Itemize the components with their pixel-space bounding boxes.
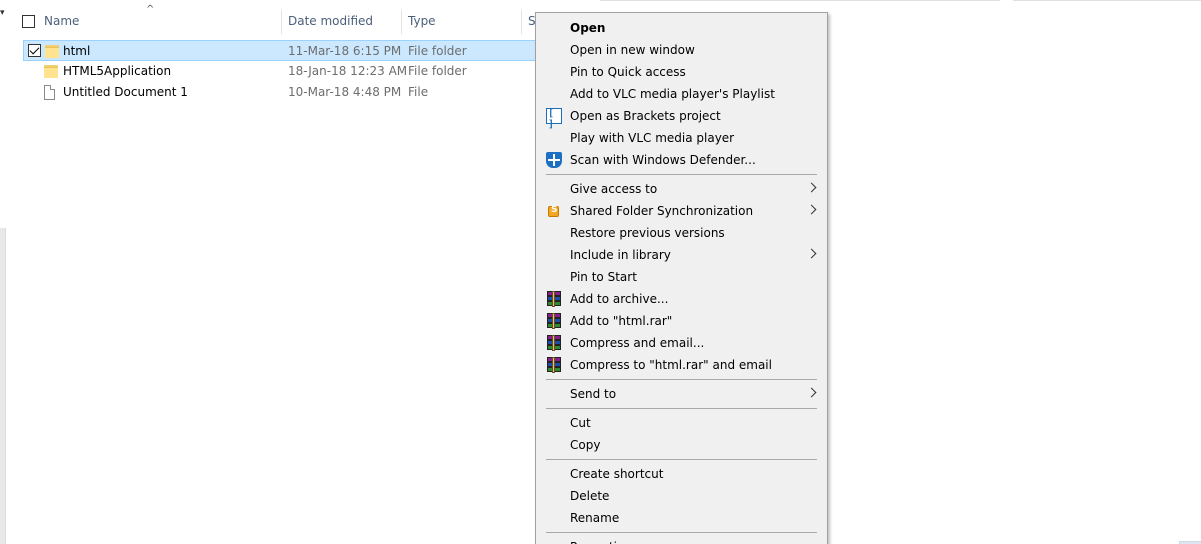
left-pane-scrollbar[interactable] bbox=[0, 228, 6, 544]
divider bbox=[600, 0, 1000, 1]
menu-item-label: Play with VLC media player bbox=[570, 131, 735, 145]
menu-item-compress-to-html-rar-and-email[interactable]: Compress to "html.rar" and email bbox=[536, 354, 827, 376]
shared-folder-sync-icon bbox=[548, 205, 559, 217]
chevron-right-icon bbox=[806, 248, 817, 259]
file-name: HTML5Application bbox=[63, 64, 172, 78]
menu-item-label: Add to "html.rar" bbox=[570, 314, 673, 328]
menu-separator bbox=[546, 174, 817, 175]
menu-item-open-in-new-window[interactable]: Open in new window bbox=[536, 39, 827, 61]
file-type: File folder bbox=[408, 44, 467, 58]
menu-item-label: Open as Brackets project bbox=[570, 109, 721, 123]
menu-item-label: Pin to Start bbox=[570, 270, 637, 284]
column-divider[interactable] bbox=[521, 10, 522, 34]
winrar-icon bbox=[546, 313, 562, 329]
menu-item-add-to-archive[interactable]: Add to archive... bbox=[536, 288, 827, 310]
menu-item-label: Open in new window bbox=[570, 43, 695, 57]
menu-separator bbox=[546, 379, 817, 380]
menu-item-label: Cut bbox=[570, 416, 591, 430]
chevron-right-icon bbox=[806, 182, 817, 193]
folder-icon bbox=[45, 45, 59, 58]
file-row-html[interactable]: html 11-Mar-18 6:15 PM File folder bbox=[23, 40, 538, 61]
menu-item-label: Delete bbox=[570, 489, 610, 503]
file-name: Untitled Document 1 bbox=[63, 85, 188, 99]
menu-item-properties[interactable]: Properties bbox=[536, 536, 827, 544]
menu-item-label: Add to archive... bbox=[570, 292, 669, 306]
menu-item-label: Create shortcut bbox=[570, 467, 664, 481]
menu-item-label: Copy bbox=[570, 438, 601, 452]
menu-item-delete[interactable]: Delete bbox=[536, 485, 827, 507]
file-type: File bbox=[408, 85, 429, 99]
menu-separator bbox=[546, 459, 817, 460]
winrar-icon bbox=[546, 357, 562, 373]
menu-item-label: Compress and email... bbox=[570, 336, 705, 350]
brackets-icon bbox=[546, 108, 562, 130]
file-type: File folder bbox=[408, 64, 467, 78]
column-header-name[interactable]: Name bbox=[44, 8, 79, 36]
menu-item-label: Scan with Windows Defender... bbox=[570, 153, 756, 167]
file-row-html5application[interactable]: HTML5Application 18-Jan-18 12:23 AM File… bbox=[23, 61, 538, 82]
menu-item-label: Shared Folder Synchronization bbox=[570, 204, 754, 218]
menu-item-label: Rename bbox=[570, 511, 620, 525]
file-date-modified: 11-Mar-18 6:15 PM bbox=[288, 44, 402, 58]
menu-item-restore-previous-versions[interactable]: Restore previous versions bbox=[536, 222, 827, 244]
menu-item-copy[interactable]: Copy bbox=[536, 434, 827, 456]
left-pane-edge: ▾ bbox=[0, 0, 7, 544]
menu-item-play-with-vlc[interactable]: Play with VLC media player bbox=[536, 127, 827, 149]
file-row-untitled-document-1[interactable]: Untitled Document 1 10-Mar-18 4:48 PM Fi… bbox=[23, 82, 538, 103]
column-header-type[interactable]: Type bbox=[408, 8, 436, 36]
menu-item-label: Open bbox=[570, 21, 606, 35]
select-all-checkbox[interactable] bbox=[22, 15, 35, 28]
folder-icon bbox=[44, 65, 58, 78]
menu-item-cut[interactable]: Cut bbox=[536, 412, 827, 434]
menu-item-label: Pin to Quick access bbox=[570, 65, 686, 79]
menu-item-label: Include in library bbox=[570, 248, 671, 262]
menu-item-label: Properties bbox=[570, 536, 631, 544]
menu-item-add-to-vlc-playlist[interactable]: Add to VLC media player's Playlist bbox=[536, 83, 827, 105]
menu-item-include-in-library[interactable]: Include in library bbox=[536, 244, 827, 266]
menu-item-send-to[interactable]: Send to bbox=[536, 383, 827, 405]
winrar-icon bbox=[546, 335, 562, 351]
chevron-right-icon bbox=[806, 387, 817, 398]
menu-item-label: Compress to "html.rar" and email bbox=[570, 358, 772, 372]
winrar-icon bbox=[546, 291, 562, 307]
pane-arrow-icon: ▾ bbox=[0, 8, 5, 18]
document-icon bbox=[44, 85, 55, 100]
menu-item-rename[interactable]: Rename bbox=[536, 507, 827, 529]
row-checkbox[interactable] bbox=[28, 44, 41, 57]
column-header-row: ^ Name Date modified Type S bbox=[14, 4, 614, 36]
file-name: html bbox=[63, 44, 91, 58]
divider bbox=[1013, 0, 1201, 1]
menu-item-label: Give access to bbox=[570, 182, 658, 196]
column-divider[interactable] bbox=[281, 10, 282, 34]
menu-item-shared-folder-synchronization[interactable]: Shared Folder Synchronization bbox=[536, 200, 827, 222]
file-date-modified: 10-Mar-18 4:48 PM bbox=[288, 85, 402, 99]
file-date-modified: 18-Jan-18 12:23 AM bbox=[288, 64, 408, 78]
menu-item-open-as-brackets-project[interactable]: Open as Brackets project bbox=[536, 105, 827, 130]
menu-item-pin-to-quick-access[interactable]: Pin to Quick access bbox=[536, 61, 827, 83]
windows-defender-icon bbox=[546, 152, 562, 168]
sort-ascending-icon: ^ bbox=[146, 4, 155, 15]
chevron-right-icon bbox=[806, 204, 817, 215]
column-divider[interactable] bbox=[401, 10, 402, 34]
menu-item-scan-with-windows-defender[interactable]: Scan with Windows Defender... bbox=[536, 149, 827, 171]
menu-item-pin-to-start[interactable]: Pin to Start bbox=[536, 266, 827, 288]
menu-item-add-to-html-rar[interactable]: Add to "html.rar" bbox=[536, 310, 827, 332]
column-header-date-modified[interactable]: Date modified bbox=[288, 8, 373, 36]
menu-separator bbox=[546, 408, 817, 409]
context-menu: Open Open in new window Pin to Quick acc… bbox=[535, 12, 828, 544]
menu-item-label: Add to VLC media player's Playlist bbox=[570, 87, 775, 101]
menu-item-label: Restore previous versions bbox=[570, 226, 725, 240]
menu-item-label: Send to bbox=[570, 387, 617, 401]
menu-item-create-shortcut[interactable]: Create shortcut bbox=[536, 463, 827, 485]
menu-item-compress-and-email[interactable]: Compress and email... bbox=[536, 332, 827, 354]
menu-item-give-access-to[interactable]: Give access to bbox=[536, 178, 827, 200]
menu-item-open[interactable]: Open bbox=[536, 17, 827, 39]
menu-separator bbox=[546, 532, 817, 533]
